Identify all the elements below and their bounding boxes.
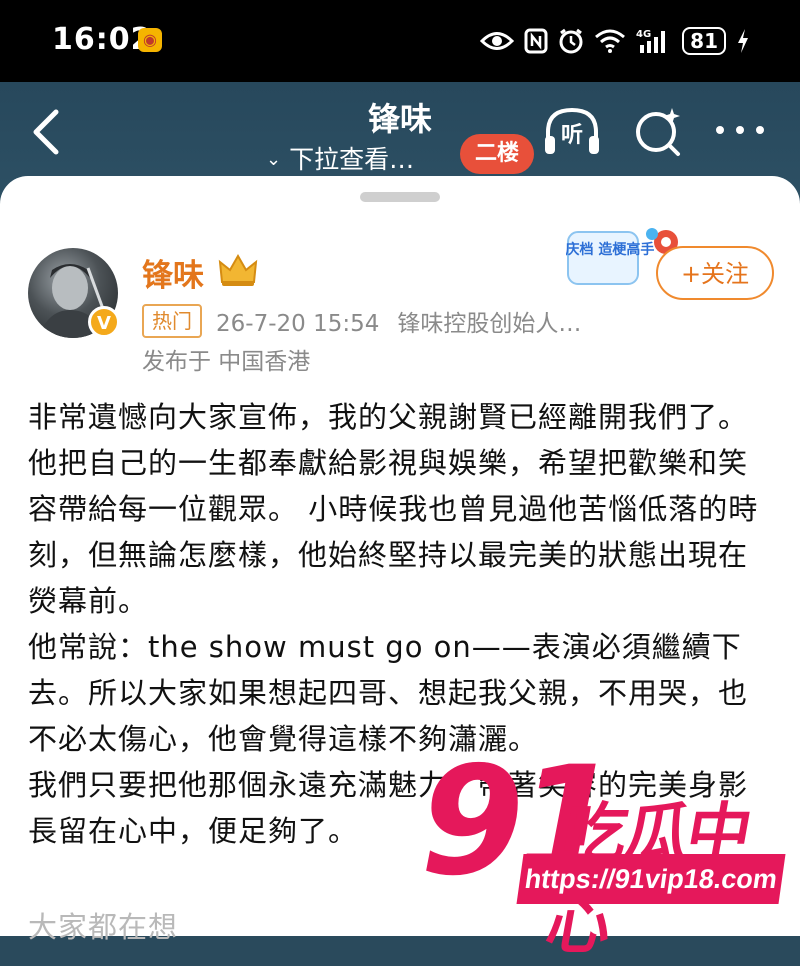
follow-button[interactable]: +关注 <box>656 246 774 300</box>
charging-icon <box>738 29 748 53</box>
battery-icon: 81 <box>682 27 726 55</box>
drag-handle[interactable] <box>360 192 440 202</box>
username[interactable]: 锋味 <box>142 250 204 295</box>
weibo-notification-icon: ◉ <box>138 28 162 52</box>
more-options-icon[interactable] <box>712 122 768 138</box>
search-sparkle-icon[interactable] <box>632 104 684 160</box>
promo-text: 国庆档 造梗高手 <box>566 241 654 258</box>
watermark-url: https://91vip18.com <box>516 854 786 904</box>
wifi-icon <box>595 29 626 53</box>
status-icons: 4G 81 <box>480 24 750 58</box>
related-heading: 大家都在想 <box>28 910 179 944</box>
status-bar: 16:02 ◉ 4G 81 <box>0 0 800 82</box>
watermark-logo: 91 吃瓜中心 https://91vip18.com <box>420 742 800 963</box>
verified-badge-icon: V <box>88 306 120 338</box>
network-label: 4G <box>636 29 651 40</box>
listen-headphones-icon[interactable]: 听 <box>542 102 602 162</box>
post-source[interactable]: 锋味控股创始人… <box>397 311 581 337</box>
signal-icon: 4G <box>636 29 666 53</box>
post-meta: 26-7-20 15:54 锋味控股创始人… <box>216 304 581 338</box>
chevron-down-icon: ⌄ <box>266 149 282 170</box>
battery-level: 81 <box>690 29 718 53</box>
post-location: 发布于 中国香港 <box>142 349 311 375</box>
second-floor-badge[interactable]: 二楼 <box>460 134 534 174</box>
post-paragraph: 他把自己的一生都奉獻給影視與娛樂，希望把歡樂和笑容帶給每一位觀眾。 小時候我也曾… <box>28 446 759 618</box>
nfc-icon <box>524 28 548 54</box>
eye-icon <box>480 32 515 50</box>
post-paragraph: 非常遺憾向大家宣佈，我的父親謝賢已經離開我們了。 <box>28 400 749 434</box>
pull-down-label: 下拉查看… <box>289 145 415 174</box>
crown-vip-icon <box>218 253 258 286</box>
post-timestamp: 26-7-20 15:54 <box>216 311 380 337</box>
alarm-icon <box>559 28 583 54</box>
listen-label: 听 <box>561 123 583 148</box>
pull-down-hint[interactable]: ⌄ 下拉查看… <box>266 140 414 176</box>
hot-tag: 热门 <box>142 304 202 338</box>
